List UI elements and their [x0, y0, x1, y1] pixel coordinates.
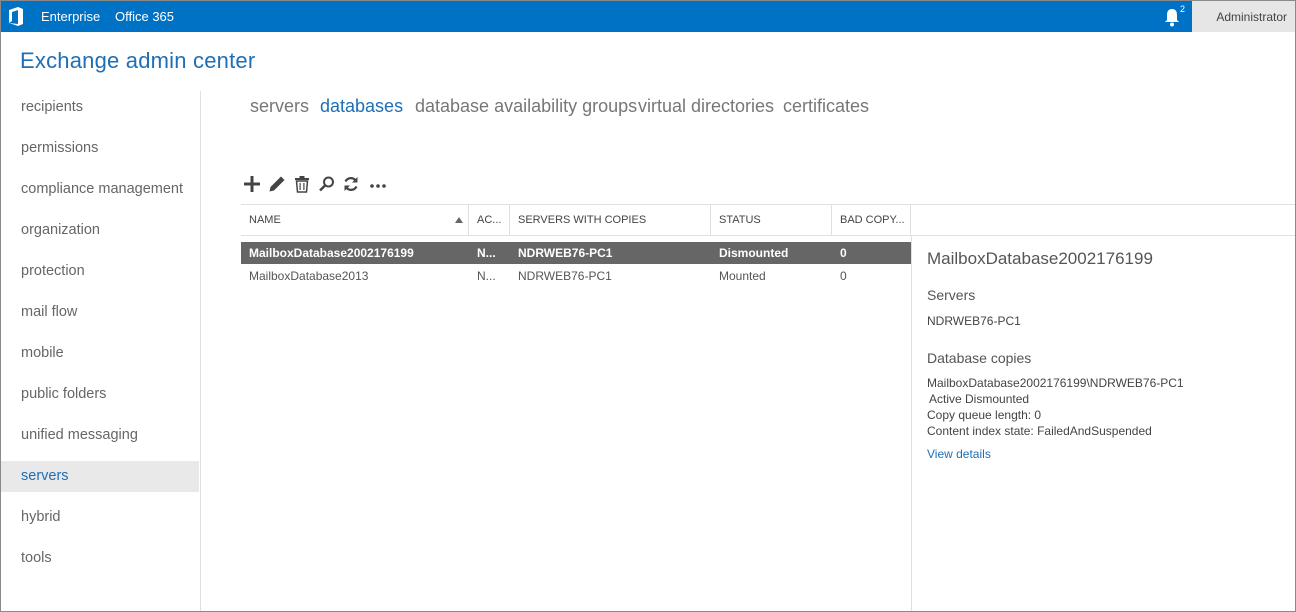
tab-servers[interactable]: servers [250, 96, 309, 117]
cell-active: N... [477, 269, 496, 283]
details-copies-heading: Database copies [927, 350, 1032, 366]
tab-certificates[interactable]: certificates [783, 96, 869, 117]
search-icon[interactable] [318, 175, 336, 193]
details-server-value: NDRWEB76-PC1 [927, 314, 1021, 328]
sidebar-item-unified-messaging[interactable]: unified messaging [1, 420, 199, 451]
col-status[interactable]: STATUS [711, 205, 831, 235]
table-row[interactable]: MailboxDatabase2013 N... NDRWEB76-PC1 Mo… [241, 265, 911, 287]
sidebar-item-organization[interactable]: organization [1, 215, 199, 246]
tab-virtual-directories[interactable]: virtual directories [638, 96, 774, 117]
cell-name: MailboxDatabase2013 [249, 269, 369, 283]
cell-servers: NDRWEB76-PC1 [518, 246, 613, 260]
sidebar-item-public-folders[interactable]: public folders [1, 379, 199, 410]
sidebar-divider [200, 91, 201, 611]
sort-ascending-icon [455, 217, 463, 223]
sidebar-item-permissions[interactable]: permissions [1, 133, 199, 164]
table-row[interactable]: MailboxDatabase2002176199 N... NDRWEB76-… [241, 242, 911, 264]
notification-count-badge: 2 [1180, 4, 1186, 14]
cell-bad-copy: 0 [840, 246, 847, 260]
sidebar-item-servers[interactable]: servers [1, 461, 199, 492]
more-icon[interactable] [368, 175, 390, 193]
enterprise-link[interactable]: Enterprise [41, 9, 100, 24]
office365-link[interactable]: Office 365 [115, 9, 174, 24]
col-bad-copy[interactable]: BAD COPY... [832, 205, 910, 235]
tab-database-availability-groups[interactable]: database availability groups [415, 96, 637, 117]
edit-icon[interactable] [268, 175, 286, 193]
details-divider [911, 236, 912, 611]
sidebar-item-hybrid[interactable]: hybrid [1, 502, 199, 533]
details-copy-name: MailboxDatabase2002176199\NDRWEB76-PC1 [927, 376, 1184, 390]
details-copy-status: Active Dismounted [929, 392, 1030, 406]
cell-status: Mounted [719, 269, 766, 283]
sidebar-item-tools[interactable]: tools [1, 543, 199, 574]
sidebar-item-compliance-management[interactable]: compliance management [1, 174, 199, 205]
col-servers-with-copies[interactable]: SERVERS WITH COPIES [510, 205, 710, 235]
office-logo-icon[interactable] [7, 7, 25, 26]
user-name: Administrator [1216, 10, 1287, 24]
col-separator [910, 205, 911, 235]
user-menu[interactable]: Administrator [1192, 1, 1295, 32]
cell-status: Dismounted [719, 246, 789, 260]
details-content-index: Content index state: FailedAndSuspended [927, 424, 1152, 438]
grid-header: NAME AC... SERVERS WITH COPIES STATUS BA… [241, 204, 1295, 236]
cell-bad-copy: 0 [840, 269, 847, 283]
sidebar-item-mobile[interactable]: mobile [1, 338, 199, 369]
cell-active: N... [477, 246, 496, 260]
details-copy-queue: Copy queue length: 0 [927, 408, 1042, 422]
col-name[interactable]: NAME [241, 205, 467, 235]
delete-icon[interactable] [293, 175, 311, 193]
cell-servers: NDRWEB76-PC1 [518, 269, 612, 283]
col-active[interactable]: AC... [469, 205, 509, 235]
sidebar: recipients permissions compliance manage… [1, 91, 200, 611]
top-bar: Enterprise Office 365 2 Administrator [1, 1, 1295, 32]
view-details-link[interactable]: View details [927, 447, 991, 461]
sidebar-item-mail-flow[interactable]: mail flow [1, 297, 199, 328]
sidebar-item-protection[interactable]: protection [1, 256, 199, 287]
page-title: Exchange admin center [20, 48, 256, 73]
details-title: MailboxDatabase2002176199 [927, 249, 1153, 268]
eac-window: Enterprise Office 365 2 Administrator Ex… [0, 0, 1296, 612]
tab-databases[interactable]: databases [320, 96, 403, 117]
add-icon[interactable] [243, 175, 261, 193]
cell-name: MailboxDatabase2002176199 [249, 246, 414, 260]
details-servers-heading: Servers [927, 287, 976, 303]
sidebar-item-recipients[interactable]: recipients [1, 92, 199, 123]
refresh-icon[interactable] [342, 175, 360, 193]
